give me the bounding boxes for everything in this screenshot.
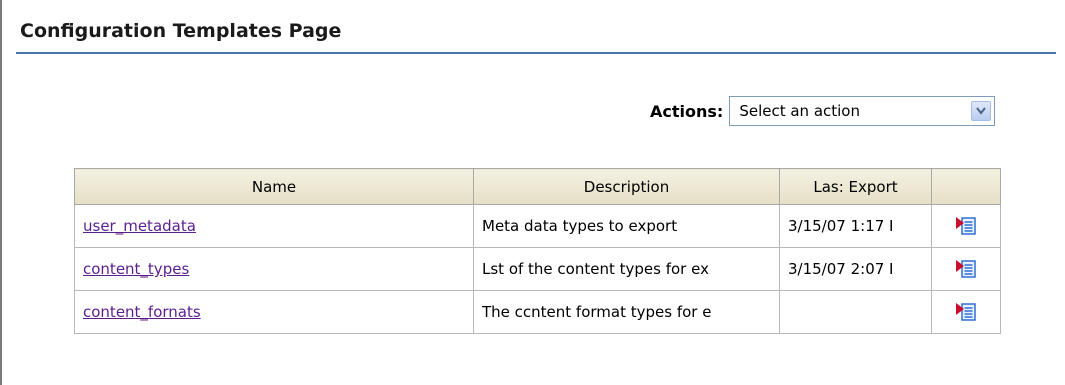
actions-bar: Actions: Select an action [650,96,996,126]
description-cell: Lst of the content types for ex [473,247,780,291]
page-title: Configuration Templates Page [20,20,342,42]
title-divider [16,52,1056,54]
column-header-last-export[interactable]: Las: Export [779,168,932,205]
export-doc-icon[interactable] [955,216,977,236]
last-export-cell: 3/15/07 2:07 I [779,247,932,291]
export-doc-icon[interactable] [955,302,977,322]
last-export-cell: 3/15/07 1:17 I [779,204,932,248]
column-header-name[interactable]: Name [74,168,474,205]
last-export-cell [779,290,932,334]
description-cell: The ccntent format types for e [473,290,780,334]
column-header-description[interactable]: Description [473,168,780,205]
template-link[interactable]: user_metadata [83,217,196,235]
template-link[interactable]: content_fornats [83,303,201,321]
templates-table: Name Description Las: Export user_metada… [74,168,1001,334]
action-cell [931,290,1001,334]
actions-label: Actions: [650,101,724,121]
name-cell: content_fornats [74,290,474,334]
name-cell: user_metadata [74,204,474,248]
action-cell [931,247,1001,291]
export-doc-icon[interactable] [955,259,977,279]
action-select-value: Select an action [739,102,860,120]
template-link[interactable]: content_types [83,260,189,278]
column-header-actions [931,168,1001,205]
page-frame: Configuration Templates Page Actions: Se… [0,0,1065,385]
table-header-row: Name Description Las: Export [74,168,1001,205]
action-select[interactable]: Select an action [729,96,996,126]
table-row: user_metadata Meta data types to export … [74,204,1001,248]
action-cell [931,204,1001,248]
description-cell: Meta data types to export [473,204,780,248]
chevron-down-icon[interactable] [971,101,992,121]
table-row: content_types Lst of the content types f… [74,247,1001,291]
table-row: content_fornats The ccntent format types… [74,290,1001,334]
name-cell: content_types [74,247,474,291]
